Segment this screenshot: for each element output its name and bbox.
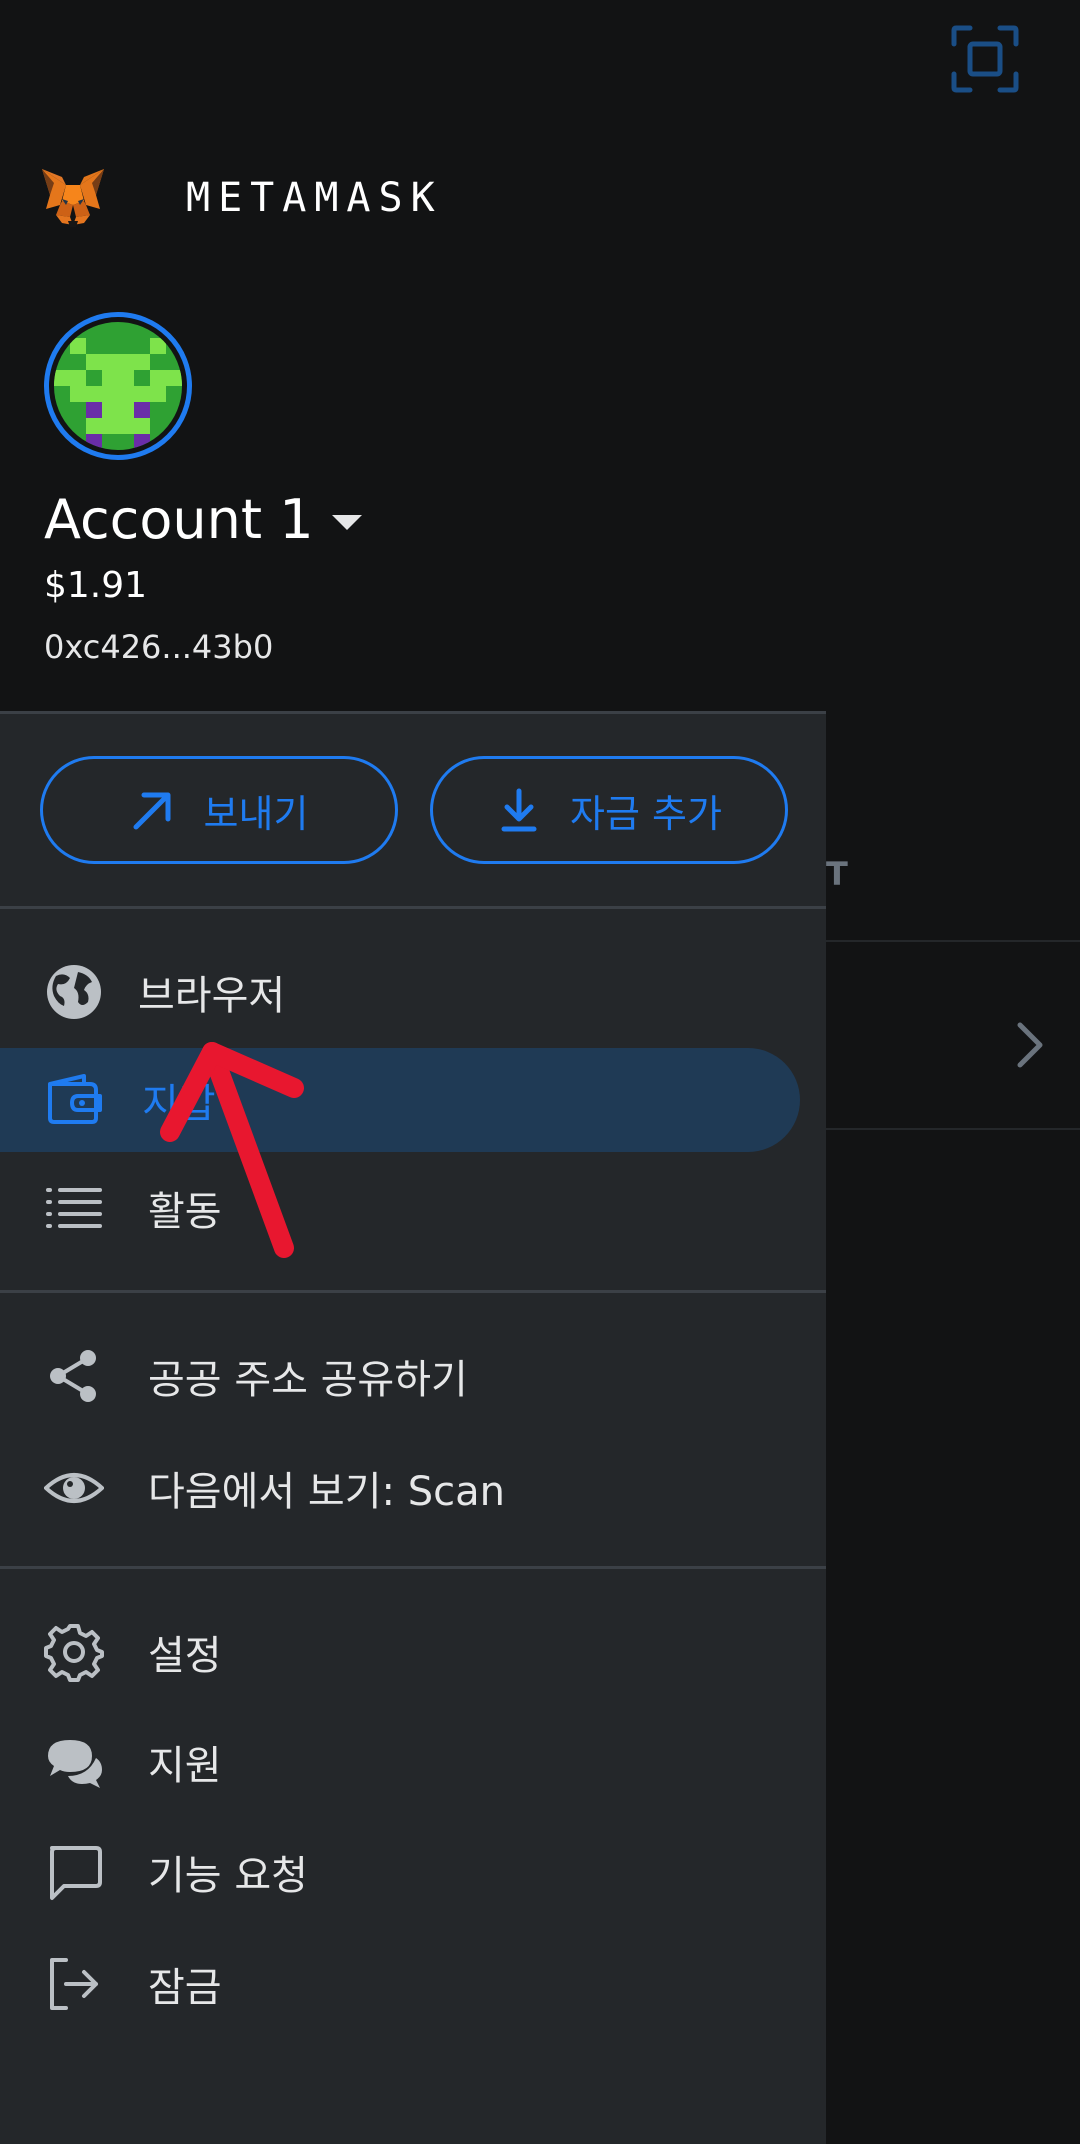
menu-item-label: 잠금	[148, 1965, 222, 2011]
background-divider	[826, 940, 1080, 942]
share-icon	[50, 1350, 96, 1402]
send-button-label: 보내기	[203, 791, 309, 836]
menu-item-label: 활동	[148, 1189, 222, 1235]
message-square-icon	[50, 1846, 102, 1900]
menu-item-label: 기능 요청	[148, 1853, 308, 1899]
globe-icon	[47, 965, 101, 1019]
menu-item-label: 브라우저	[138, 973, 286, 1019]
account-balance: $1.91	[44, 565, 148, 606]
brand: METAMASK	[40, 165, 443, 231]
background-divider	[826, 1128, 1080, 1130]
logout-icon	[50, 1958, 98, 2010]
account-name[interactable]: Account 1	[44, 488, 314, 551]
chevron-down-icon[interactable]	[331, 515, 362, 530]
menu-item-feature-request[interactable]: 기능 요청	[0, 1820, 826, 1924]
add-funds-button[interactable]: 자금 추가	[430, 756, 788, 864]
list-icon	[46, 1188, 102, 1228]
menu-item-label: 다음에서 보기: Scan	[148, 1469, 505, 1515]
menu-item-label: 설정	[148, 1633, 222, 1679]
menu-item-browser[interactable]: 브라우저	[0, 940, 826, 1044]
drawer-header: METAMASK Account 1 $1.91 0xc426...43b0	[0, 0, 826, 714]
eye-icon	[44, 1473, 104, 1503]
divider	[0, 1566, 826, 1569]
menu-item-activity[interactable]: 활동	[0, 1156, 826, 1260]
divider	[0, 906, 826, 909]
divider	[0, 1290, 826, 1293]
brand-name: METAMASK	[186, 175, 443, 221]
fox-logo-icon	[42, 169, 104, 227]
gear-icon	[44, 1624, 104, 1682]
chat-bubbles-icon	[48, 1740, 102, 1788]
menu-item-label: 지원	[148, 1743, 222, 1789]
wallet-icon	[48, 1074, 102, 1124]
menu-item-lock[interactable]: 잠금	[0, 1932, 826, 2036]
send-button[interactable]: 보내기	[40, 756, 398, 864]
avatar[interactable]	[44, 312, 192, 460]
menu-item-view-on-scan[interactable]: 다음에서 보기: Scan	[0, 1436, 826, 1540]
navigation-drawer: METAMASK Account 1 $1.91 0xc426...43b0 보…	[0, 0, 826, 2144]
menu-item-settings[interactable]: 설정	[0, 1600, 826, 1704]
background-tab-label[interactable]: T	[826, 855, 849, 893]
scan-icon[interactable]	[950, 24, 1020, 94]
arrow-up-right-icon	[133, 792, 171, 830]
download-icon	[501, 788, 537, 832]
menu-item-label: 공공 주소 공유하기	[148, 1357, 468, 1403]
menu-item-support[interactable]: 지원	[0, 1710, 826, 1814]
account-address[interactable]: 0xc426...43b0	[44, 628, 273, 666]
menu-item-wallet[interactable]: 지갑	[0, 1048, 826, 1152]
chevron-right-icon[interactable]	[1010, 1020, 1050, 1070]
add-funds-button-label: 자금 추가	[570, 791, 722, 836]
menu-item-share-address[interactable]: 공공 주소 공유하기	[0, 1324, 826, 1428]
menu-item-label: 지갑	[142, 1081, 216, 1127]
account-selector[interactable]: Account 1	[44, 488, 362, 551]
action-buttons: 보내기 자금 추가	[40, 756, 788, 864]
